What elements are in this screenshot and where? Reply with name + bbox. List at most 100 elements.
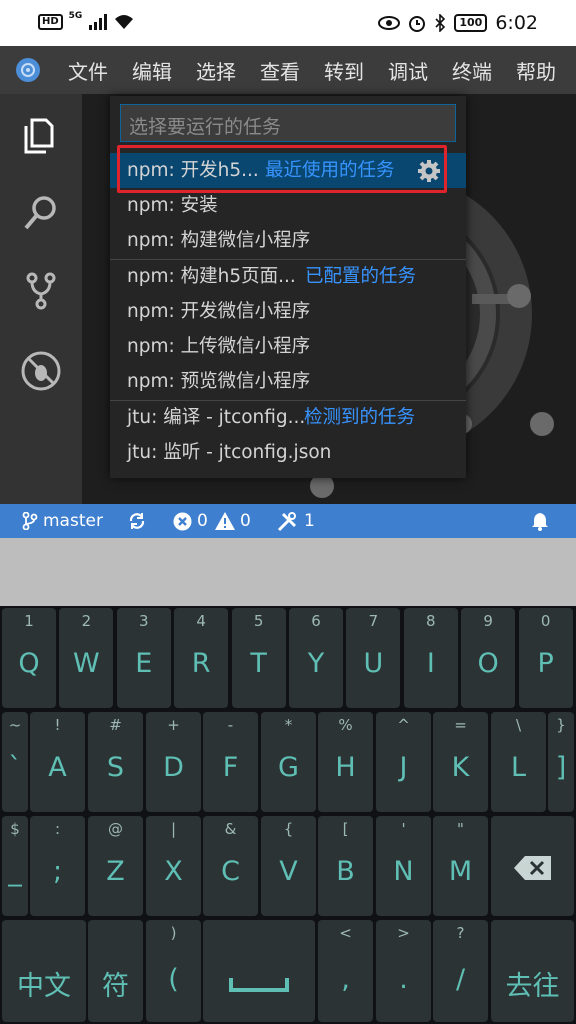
keyboard-key[interactable]: }] <box>548 712 574 812</box>
task-item-jtu-compile[interactable]: jtu: 编译 - jtconfig... 检测到的任务 <box>110 400 466 435</box>
key-label: G <box>278 752 299 783</box>
soft-keyboard: 1 Q 2 W 3 E 4 R 5 T 6 Y 7 U 8 I 9 O 0 P ~ `! A # S + D - F * G% H ^ J = K \ L… <box>0 606 576 1024</box>
task-item-install[interactable]: npm: 安装 <box>110 188 466 223</box>
keyboard-key[interactable]: * G <box>261 712 316 812</box>
keyboard-key[interactable]: 5T <box>231 608 286 708</box>
key-secondary-label: 4 <box>196 612 206 630</box>
explorer-icon[interactable] <box>20 114 62 156</box>
network-label: 5G <box>68 11 83 21</box>
keyboard-key[interactable]: -F <box>203 712 258 812</box>
key-label: D <box>163 752 184 783</box>
task-item-dev-wechat[interactable]: npm: 开发微信小程序 <box>110 294 466 329</box>
error-count: 0 <box>197 511 208 531</box>
keyboard-key[interactable]: 符 <box>88 920 143 1022</box>
task-search-input[interactable]: 选择要运行的任务 <box>120 104 456 142</box>
error-icon[interactable] <box>173 512 192 531</box>
key-secondary-label: # <box>109 716 122 734</box>
key-secondary-label: 6 <box>311 612 321 630</box>
task-label: npm: 安装 <box>127 195 218 216</box>
keyboard-key[interactable]: 1Q <box>2 608 56 708</box>
keyboard-key[interactable]: 7U <box>346 608 401 708</box>
menu-item[interactable]: 查看 <box>260 56 324 85</box>
task-item-jtu-watch[interactable]: jtu: 监听 - jtconfig.json <box>110 435 466 470</box>
menu-item[interactable]: 终端 <box>452 56 516 85</box>
menu-item[interactable]: 调试 <box>388 56 452 85</box>
key-label: ] <box>555 752 567 783</box>
keyboard-key[interactable]: 0P <box>518 608 573 708</box>
task-item-upload-wechat[interactable]: npm: 上传微信小程序 <box>110 329 466 364</box>
keyboard-key[interactable]: 9O <box>461 608 516 708</box>
key-label: ` <box>8 752 22 783</box>
keyboard-key[interactable]: ? / <box>433 920 488 1022</box>
bell-icon[interactable] <box>531 512 549 531</box>
wifi-icon <box>115 15 134 29</box>
keyboard-key[interactable]: | X <box>146 816 201 916</box>
warning-icon[interactable] <box>215 512 235 530</box>
keyboard-key[interactable]: $ _ <box>2 816 28 916</box>
key-label: F <box>222 752 239 783</box>
keyboard-key[interactable]: [B <box>318 816 373 916</box>
keyboard-key[interactable]: # S <box>88 712 143 812</box>
keyboard-key[interactable]: ' N <box>376 816 431 916</box>
keyboard-key[interactable]: {V <box>261 816 316 916</box>
key-label: E <box>135 648 153 679</box>
key-label: 符 <box>102 971 129 1002</box>
backspace-key[interactable] <box>491 816 574 916</box>
alarm-icon <box>409 16 426 32</box>
keyboard-key[interactable]: 3E <box>116 608 171 708</box>
keyboard-key[interactable]: 4R <box>174 608 229 708</box>
clock: 6:02 <box>495 12 538 34</box>
sync-icon[interactable] <box>128 512 146 530</box>
key-label: Y <box>307 648 325 679</box>
task-label: npm: 上传微信小程序 <box>127 336 311 357</box>
key-secondary-label: ! <box>54 716 61 734</box>
search-icon[interactable] <box>20 192 62 234</box>
keyboard-key[interactable]: @ Z <box>88 816 143 916</box>
key-secondary-label: ? <box>456 924 465 942</box>
keyboard-key[interactable]: ^ J <box>376 712 431 812</box>
branch-name[interactable]: master <box>43 511 103 531</box>
menu-item[interactable]: 编辑 <box>132 56 196 85</box>
keyboard-key[interactable]: & C <box>203 816 258 916</box>
task-item-preview-wechat[interactable]: npm: 预览微信小程序 <box>110 364 466 399</box>
key-label: H <box>335 752 356 783</box>
keyboard-key[interactable]: = K <box>433 712 488 812</box>
keyboard-key[interactable]: 去往 <box>491 920 574 1022</box>
key-label: I <box>426 648 435 679</box>
tools-icon[interactable] <box>277 512 297 532</box>
task-label: npm: 开发微信小程序 <box>127 301 311 322</box>
keyboard-key[interactable]: <, <box>318 920 373 1022</box>
key-label: J <box>399 752 408 783</box>
battery-icon: 100 <box>454 14 488 32</box>
source-control-icon[interactable] <box>20 270 62 312</box>
keyboard-key[interactable]: 8I <box>403 608 458 708</box>
keyboard-key[interactable]: :; <box>30 816 85 916</box>
key-label: 去往 <box>505 971 560 1002</box>
keyboard-key[interactable]: >. <box>376 920 431 1022</box>
app-logo-icon[interactable] <box>14 56 42 84</box>
key-label: _ <box>8 856 22 887</box>
menu-item[interactable]: 转到 <box>324 56 388 85</box>
keyboard-key[interactable]: ! A <box>30 712 85 812</box>
keyboard-key[interactable]: % H <box>318 712 373 812</box>
keyboard-key[interactable]: 2W <box>59 608 114 708</box>
task-label: npm: 预览微信小程序 <box>127 371 311 392</box>
debug-icon[interactable] <box>20 350 62 392</box>
menu-item[interactable]: 帮助 <box>516 56 576 85</box>
keyboard-key[interactable]: \ L <box>491 712 546 812</box>
keyboard-key[interactable]: + D <box>146 712 201 812</box>
menu-item[interactable]: 选择 <box>196 56 260 85</box>
keyboard-key[interactable]: 6Y <box>289 608 343 708</box>
key-secondary-label: = <box>454 716 467 734</box>
keyboard-key[interactable]: ~ ` <box>2 712 28 812</box>
keyboard-key[interactable]: " M <box>433 816 488 916</box>
task-item-build-wechat[interactable]: npm: 构建微信小程序 <box>110 223 466 258</box>
space-key[interactable] <box>203 920 315 1022</box>
editor-status-bar: master 0 0 1 <box>0 504 576 538</box>
keyboard-key[interactable]: 中文 <box>2 920 86 1022</box>
menu-item[interactable]: 文件 <box>68 56 132 85</box>
key-label: L <box>510 752 527 783</box>
task-item-build-h5[interactable]: npm: 构建h5页面... 已配置的任务 <box>110 259 466 294</box>
keyboard-key[interactable]: )( <box>146 920 201 1022</box>
key-secondary-label: * <box>284 716 293 734</box>
